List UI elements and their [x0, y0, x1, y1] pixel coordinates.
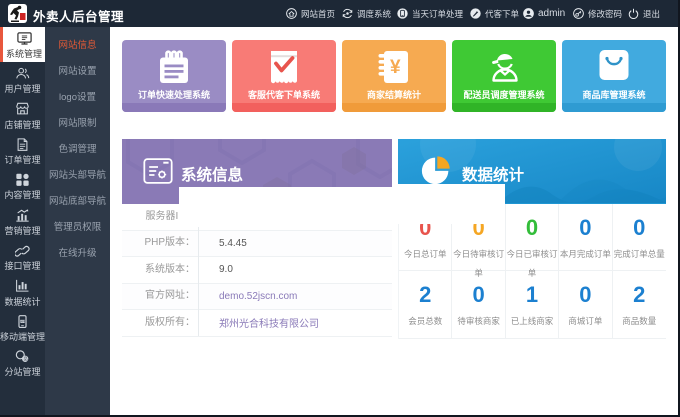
- svg-text:品: 品: [24, 356, 28, 361]
- svg-text:¥: ¥: [390, 57, 401, 78]
- svg-text:APP: APP: [20, 320, 25, 323]
